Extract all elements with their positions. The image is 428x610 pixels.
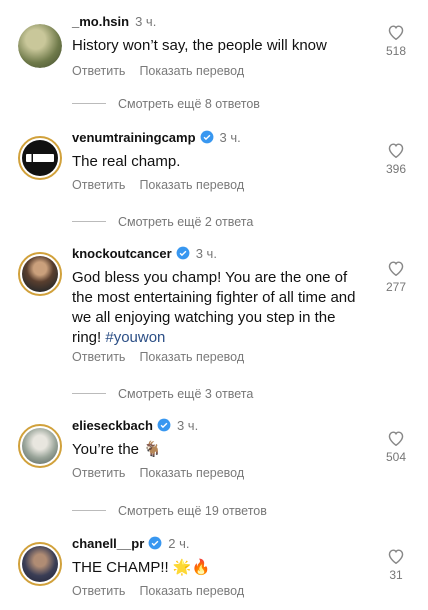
like-count: 518	[385, 44, 407, 58]
like-count: 31	[389, 568, 403, 582]
comment-meta: elieseckbach 3 ч.	[72, 418, 198, 433]
comment-text-line: ring! #youwon	[72, 329, 166, 346]
like-button[interactable]: 518	[384, 24, 408, 58]
like-button[interactable]: 31	[384, 548, 408, 582]
verified-icon	[200, 130, 213, 144]
reply-button[interactable]: Ответить	[72, 350, 125, 364]
reply-button[interactable]: Ответить	[72, 178, 125, 192]
comment-meta: chanell__pr 2 ч.	[72, 536, 190, 551]
view-more-label: Смотреть ещё 19 ответов	[118, 504, 267, 518]
heart-icon	[388, 261, 404, 276]
comment-text: The real champ.	[72, 153, 181, 170]
view-more-replies[interactable]: Смотреть ещё 8 ответов	[72, 97, 260, 111]
hashtag-link[interactable]: #youwon	[105, 329, 165, 346]
view-more-replies[interactable]: Смотреть ещё 2 ответа	[72, 215, 253, 229]
comment-text: God bless you champ! You are the one of …	[72, 268, 356, 348]
verified-icon	[176, 246, 190, 260]
verified-icon	[157, 418, 171, 432]
username[interactable]: knockoutcancer	[72, 246, 172, 261]
timestamp: 3 ч.	[135, 14, 157, 29]
reply-button[interactable]: Ответить	[72, 584, 125, 598]
venum-logo	[26, 154, 54, 162]
translate-button[interactable]: Показать перевод	[139, 350, 244, 364]
timestamp: 3 ч.	[219, 130, 241, 145]
view-more-label: Смотреть ещё 3 ответа	[118, 387, 254, 401]
like-count: 504	[385, 450, 407, 464]
username[interactable]: elieseckbach	[72, 418, 153, 433]
like-count: 277	[385, 280, 407, 294]
view-more-label: Смотреть ещё 2 ответа	[118, 215, 254, 229]
avatar[interactable]	[18, 424, 62, 468]
heart-icon	[388, 549, 404, 564]
username[interactable]: _mo.hsin	[72, 14, 129, 29]
heart-icon	[388, 143, 404, 158]
view-more-replies[interactable]: Смотреть ещё 3 ответа	[72, 387, 253, 401]
comment-actions: Ответить Показать перевод	[72, 584, 258, 598]
like-button[interactable]: 396	[384, 142, 408, 176]
like-button[interactable]: 277	[384, 260, 408, 294]
comment-actions: Ответить Показать перевод	[72, 466, 258, 480]
comment-meta: knockoutcancer 3 ч.	[72, 246, 217, 261]
comment-meta: venumtrainingcamp 3 ч.	[72, 130, 241, 145]
translate-button[interactable]: Показать перевод	[139, 466, 244, 480]
comment-text: THE CHAMP!! 🌟🔥	[72, 559, 211, 576]
username[interactable]: venumtrainingcamp	[72, 130, 196, 145]
heart-icon	[388, 431, 404, 446]
comment-actions: Ответить Показать перевод	[72, 178, 258, 192]
divider-line	[72, 510, 106, 511]
like-count: 396	[385, 162, 407, 176]
avatar[interactable]	[18, 24, 62, 68]
comment-meta: _mo.hsin 3 ч.	[72, 14, 156, 29]
heart-icon	[388, 25, 404, 40]
translate-button[interactable]: Показать перевод	[139, 584, 244, 598]
avatar[interactable]	[18, 542, 62, 586]
comment-text-line: we all enjoying watching you step in the	[72, 309, 336, 326]
avatar[interactable]	[18, 136, 62, 180]
verified-icon	[148, 536, 162, 550]
translate-button[interactable]: Показать перевод	[139, 178, 244, 192]
comment-actions: Ответить Показать перевод	[72, 64, 258, 78]
view-more-replies[interactable]: Смотреть ещё 19 ответов	[72, 504, 267, 518]
comment-text-line: God bless you champ! You are the one of	[72, 269, 348, 286]
username[interactable]: chanell__pr	[72, 536, 144, 551]
timestamp: 3 ч.	[176, 418, 199, 433]
view-more-label: Смотреть ещё 8 ответов	[118, 97, 260, 111]
comment-text: You’re the 🐐	[72, 441, 162, 458]
divider-line	[72, 393, 106, 394]
divider-line	[72, 221, 106, 222]
comment-actions: Ответить Показать перевод	[72, 350, 258, 364]
reply-button[interactable]: Ответить	[72, 466, 125, 480]
timestamp: 2 ч.	[168, 536, 190, 551]
divider-line	[72, 103, 106, 104]
avatar[interactable]	[18, 252, 62, 296]
translate-button[interactable]: Показать перевод	[139, 64, 244, 78]
reply-button[interactable]: Ответить	[72, 64, 125, 78]
like-button[interactable]: 504	[384, 430, 408, 464]
comment-text-line: the most entertaining fighter of all tim…	[72, 289, 356, 306]
comment-text: History won’t say, the people will know	[72, 37, 327, 54]
timestamp: 3 ч.	[195, 246, 217, 261]
